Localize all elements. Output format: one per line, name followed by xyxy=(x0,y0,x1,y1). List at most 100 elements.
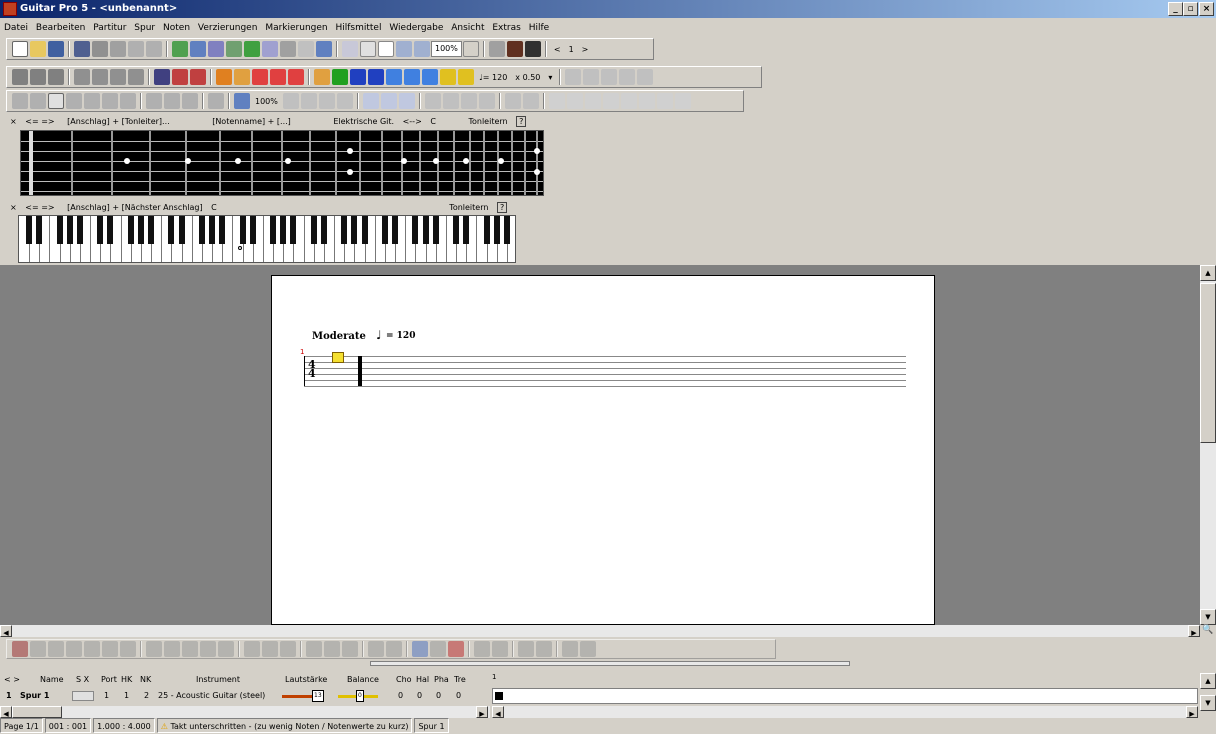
black-key[interactable] xyxy=(198,216,205,244)
prev-page-icon[interactable]: < xyxy=(554,45,561,54)
menu-bearbeiten[interactable]: Bearbeiten xyxy=(36,23,85,33)
horizontal-scrollbar[interactable]: ◀ ▶ xyxy=(0,625,1200,637)
quarter-note-icon[interactable] xyxy=(48,93,64,109)
cut-icon[interactable] xyxy=(298,41,314,57)
scroll-right-icon[interactable]: ▶ xyxy=(1186,706,1198,718)
octave-down-icon[interactable] xyxy=(300,93,317,109)
black-key[interactable] xyxy=(107,216,114,244)
mixer-icon[interactable] xyxy=(458,69,474,85)
fretboard[interactable] xyxy=(20,130,544,196)
minimize-button[interactable]: _ xyxy=(1168,2,1183,16)
voice-1-icon[interactable] xyxy=(362,93,379,109)
black-key[interactable] xyxy=(341,216,348,244)
black-key[interactable] xyxy=(351,216,358,244)
accent-icon[interactable] xyxy=(48,641,64,657)
direction-icon[interactable] xyxy=(154,69,170,85)
layout-icon[interactable] xyxy=(414,41,430,57)
stroke-icon[interactable] xyxy=(492,641,508,657)
black-key[interactable] xyxy=(361,216,368,244)
black-key[interactable] xyxy=(463,216,470,244)
display-mode-select[interactable]: [Anschlag] + [Tonleiter]... xyxy=(67,117,170,126)
countdown-icon[interactable] xyxy=(404,69,420,85)
black-key[interactable] xyxy=(270,216,277,244)
check-icon[interactable] xyxy=(244,41,260,57)
measure-props-icon[interactable] xyxy=(208,41,224,57)
repeat-close-icon[interactable] xyxy=(110,69,126,85)
slap-icon[interactable] xyxy=(324,641,340,657)
piano-icon[interactable] xyxy=(524,41,541,57)
tools-icon[interactable] xyxy=(280,41,296,57)
speed-select[interactable]: x 0.50 xyxy=(515,73,540,82)
effects-scroll[interactable] xyxy=(370,661,850,666)
repeat-icon[interactable] xyxy=(422,69,438,85)
scroll-up-icon[interactable]: ▲ xyxy=(1200,265,1216,281)
record-icon[interactable] xyxy=(288,69,304,85)
tap-icon[interactable] xyxy=(306,641,322,657)
track-row[interactable]: 1 Spur 1 1 1 2 25 - Acoustic Guitar (ste… xyxy=(0,688,490,704)
zoom-select[interactable]: 100% xyxy=(431,41,462,57)
black-key[interactable] xyxy=(392,216,399,244)
track-props-icon[interactable] xyxy=(226,41,242,57)
vibrato-icon[interactable] xyxy=(200,641,216,657)
volume-value[interactable]: 13 xyxy=(312,690,324,702)
tuplet-icon[interactable] xyxy=(182,93,198,109)
help-icon[interactable]: ? xyxy=(516,116,527,127)
hammer-on-icon[interactable] xyxy=(146,641,162,657)
menu-extras[interactable]: Extras xyxy=(492,23,520,33)
bend-icon[interactable] xyxy=(164,641,180,657)
track-name[interactable]: Spur 1 xyxy=(20,688,49,704)
track-reverb[interactable]: 0 xyxy=(417,688,422,704)
loop-icon[interactable] xyxy=(270,69,286,85)
whammy-icon[interactable] xyxy=(386,641,402,657)
previous-icon[interactable] xyxy=(350,69,366,85)
dead-note-icon[interactable] xyxy=(12,641,28,657)
black-key[interactable] xyxy=(26,216,33,244)
sound-icon[interactable] xyxy=(440,69,456,85)
trill-icon[interactable] xyxy=(244,641,260,657)
score-page[interactable]: Moderate ♩ = 120 1 44 xyxy=(271,275,935,625)
scroll-left-icon[interactable]: ◀ xyxy=(492,706,504,718)
quindicesima-down-icon[interactable] xyxy=(336,93,353,109)
black-key[interactable] xyxy=(422,216,429,244)
dynamic-pp-icon[interactable] xyxy=(566,93,583,109)
clef-icon[interactable] xyxy=(30,69,46,85)
key-signature-icon[interactable] xyxy=(12,69,28,85)
speed-trainer-icon[interactable] xyxy=(314,69,330,85)
track-hk[interactable]: 1 xyxy=(124,688,129,704)
panel-nav[interactable]: <= => xyxy=(25,203,54,212)
time-signature-icon[interactable] xyxy=(48,69,64,85)
dynamic-f-icon[interactable] xyxy=(638,93,655,109)
section-icon[interactable] xyxy=(172,69,188,85)
slide-icon[interactable] xyxy=(182,641,198,657)
menu-wiedergabe[interactable]: Wiedergabe xyxy=(389,23,443,33)
view-screen-icon[interactable] xyxy=(360,41,376,57)
black-key[interactable] xyxy=(178,216,185,244)
timeline-hscroll[interactable]: ◀ ▶ xyxy=(492,706,1198,718)
next-page-icon[interactable]: > xyxy=(582,45,589,54)
black-key[interactable] xyxy=(249,216,256,244)
scroll-right-icon[interactable]: ▶ xyxy=(1188,625,1200,637)
scroll-left-icon[interactable]: ◀ xyxy=(0,706,12,718)
view-page-icon[interactable] xyxy=(342,41,358,57)
panel-nav[interactable]: <= => xyxy=(25,117,54,126)
black-key[interactable] xyxy=(503,216,510,244)
menu-hilfsmittel[interactable]: Hilfsmittel xyxy=(335,23,381,33)
balance-value[interactable]: 0 xyxy=(356,690,364,702)
scroll-right-icon[interactable]: ▶ xyxy=(476,706,488,718)
black-key[interactable] xyxy=(97,216,104,244)
play-selection-icon[interactable] xyxy=(252,69,268,85)
voice-3-icon[interactable] xyxy=(398,93,415,109)
scales-button[interactable]: Tonleitern xyxy=(449,203,488,212)
black-key[interactable] xyxy=(432,216,439,244)
octave-up-icon[interactable] xyxy=(282,93,299,109)
transpose-up-icon[interactable] xyxy=(601,69,618,85)
half-note-icon[interactable] xyxy=(30,93,46,109)
multitrack-icon[interactable] xyxy=(396,41,412,57)
palm-mute-icon[interactable] xyxy=(262,641,278,657)
beam-icon[interactable] xyxy=(424,93,441,109)
arrows-toggle[interactable]: <--> xyxy=(403,117,422,126)
open-folder-icon[interactable] xyxy=(30,41,46,57)
black-key[interactable] xyxy=(66,216,73,244)
dynamic-mf-icon[interactable] xyxy=(620,93,637,109)
menu-markierungen[interactable]: Markierungen xyxy=(265,23,327,33)
